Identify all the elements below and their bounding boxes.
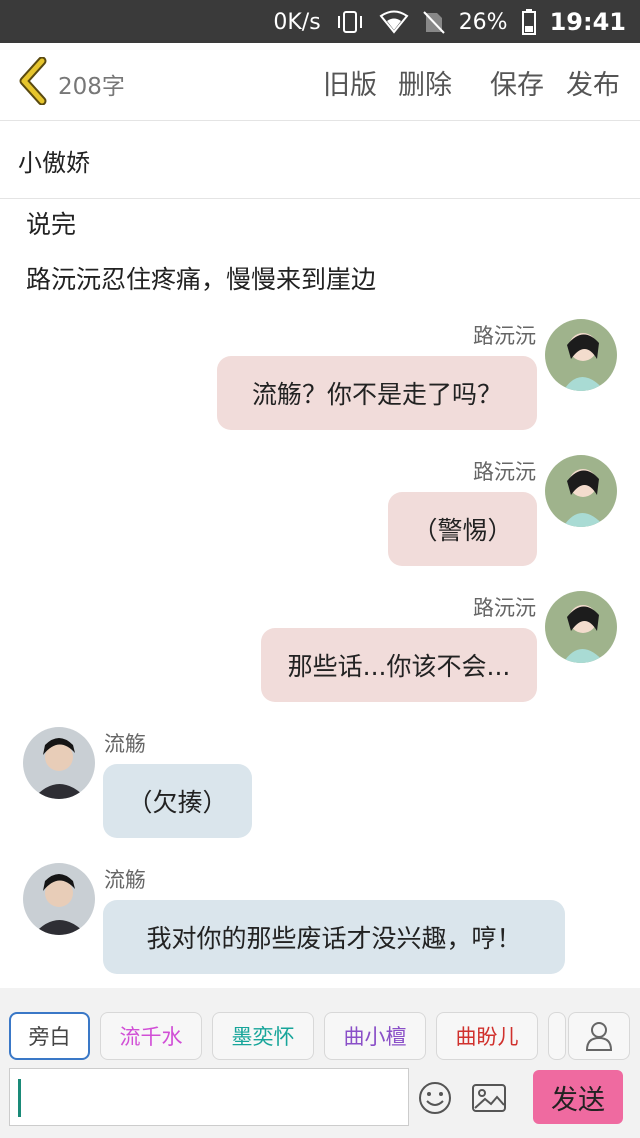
narration-line: 说完 [26, 210, 77, 239]
old-version-button[interactable]: 旧版 [323, 63, 377, 102]
composer-panel: 旁白 流千水 墨奕怀 曲小檀 曲盼儿 发送 [0, 988, 640, 1138]
network-speed: 0K/s [273, 9, 321, 35]
message-bubble[interactable]: 我对你的那些废话才没兴趣，哼！ [103, 900, 565, 974]
sender-name: 流觞 [104, 732, 146, 756]
wifi-icon [379, 10, 409, 34]
battery-icon [521, 9, 536, 35]
message-input[interactable] [9, 1068, 409, 1126]
avatar-lu-yuanyuan[interactable] [545, 591, 617, 663]
emoji-icon[interactable] [417, 1080, 453, 1116]
image-icon[interactable] [471, 1080, 507, 1116]
editor-toolbar: 208字 旧版 删除 保存 发布 [0, 43, 640, 121]
save-button[interactable]: 保存 [490, 63, 544, 102]
message-bubble[interactable]: （警惕） [388, 492, 537, 566]
sender-name: 路沅沅 [473, 324, 536, 348]
status-bar: 0K/s 26% 19:41 [0, 0, 640, 43]
user-icon[interactable] [568, 1012, 630, 1060]
word-count: 208字 [58, 74, 125, 100]
sender-name: 路沅沅 [473, 460, 536, 484]
role-chip[interactable]: 墨奕怀 [212, 1012, 314, 1060]
avatar-liu-shang[interactable] [23, 727, 95, 799]
avatar-lu-yuanyuan[interactable] [545, 319, 617, 391]
role-chip-partial[interactable] [548, 1012, 566, 1060]
message-bubble[interactable]: 流觞？你不是走了吗？ [217, 356, 537, 430]
message-bubble[interactable]: 那些话...你该不会... [261, 628, 537, 702]
publish-button[interactable]: 发布 [566, 63, 620, 102]
narration-line: 路沅沅忍住疼痛，慢慢来到崖边 [26, 265, 377, 294]
no-sim-icon [422, 11, 445, 34]
role-chip[interactable]: 曲盼儿 [436, 1012, 538, 1060]
role-chip-narrator[interactable]: 旁白 [9, 1012, 90, 1060]
delete-button[interactable]: 删除 [398, 63, 452, 102]
avatar-lu-yuanyuan[interactable] [545, 455, 617, 527]
role-chip[interactable]: 曲小檀 [324, 1012, 426, 1060]
back-arrow-icon[interactable] [14, 57, 54, 105]
send-button[interactable]: 发送 [533, 1070, 623, 1124]
sender-name: 流觞 [104, 868, 146, 892]
sender-name: 路沅沅 [473, 596, 536, 620]
story-title: 小傲娇 [18, 149, 90, 177]
message-bubble[interactable]: （欠揍） [103, 764, 252, 838]
battery-level: 26% [458, 9, 508, 35]
avatar-liu-shang[interactable] [23, 863, 95, 935]
vibrate-icon [337, 11, 362, 33]
text-caret [18, 1079, 21, 1117]
role-chip[interactable]: 流千水 [100, 1012, 202, 1060]
clock: 19:41 [549, 8, 626, 36]
story-title-field[interactable]: 小傲娇 [0, 121, 640, 199]
